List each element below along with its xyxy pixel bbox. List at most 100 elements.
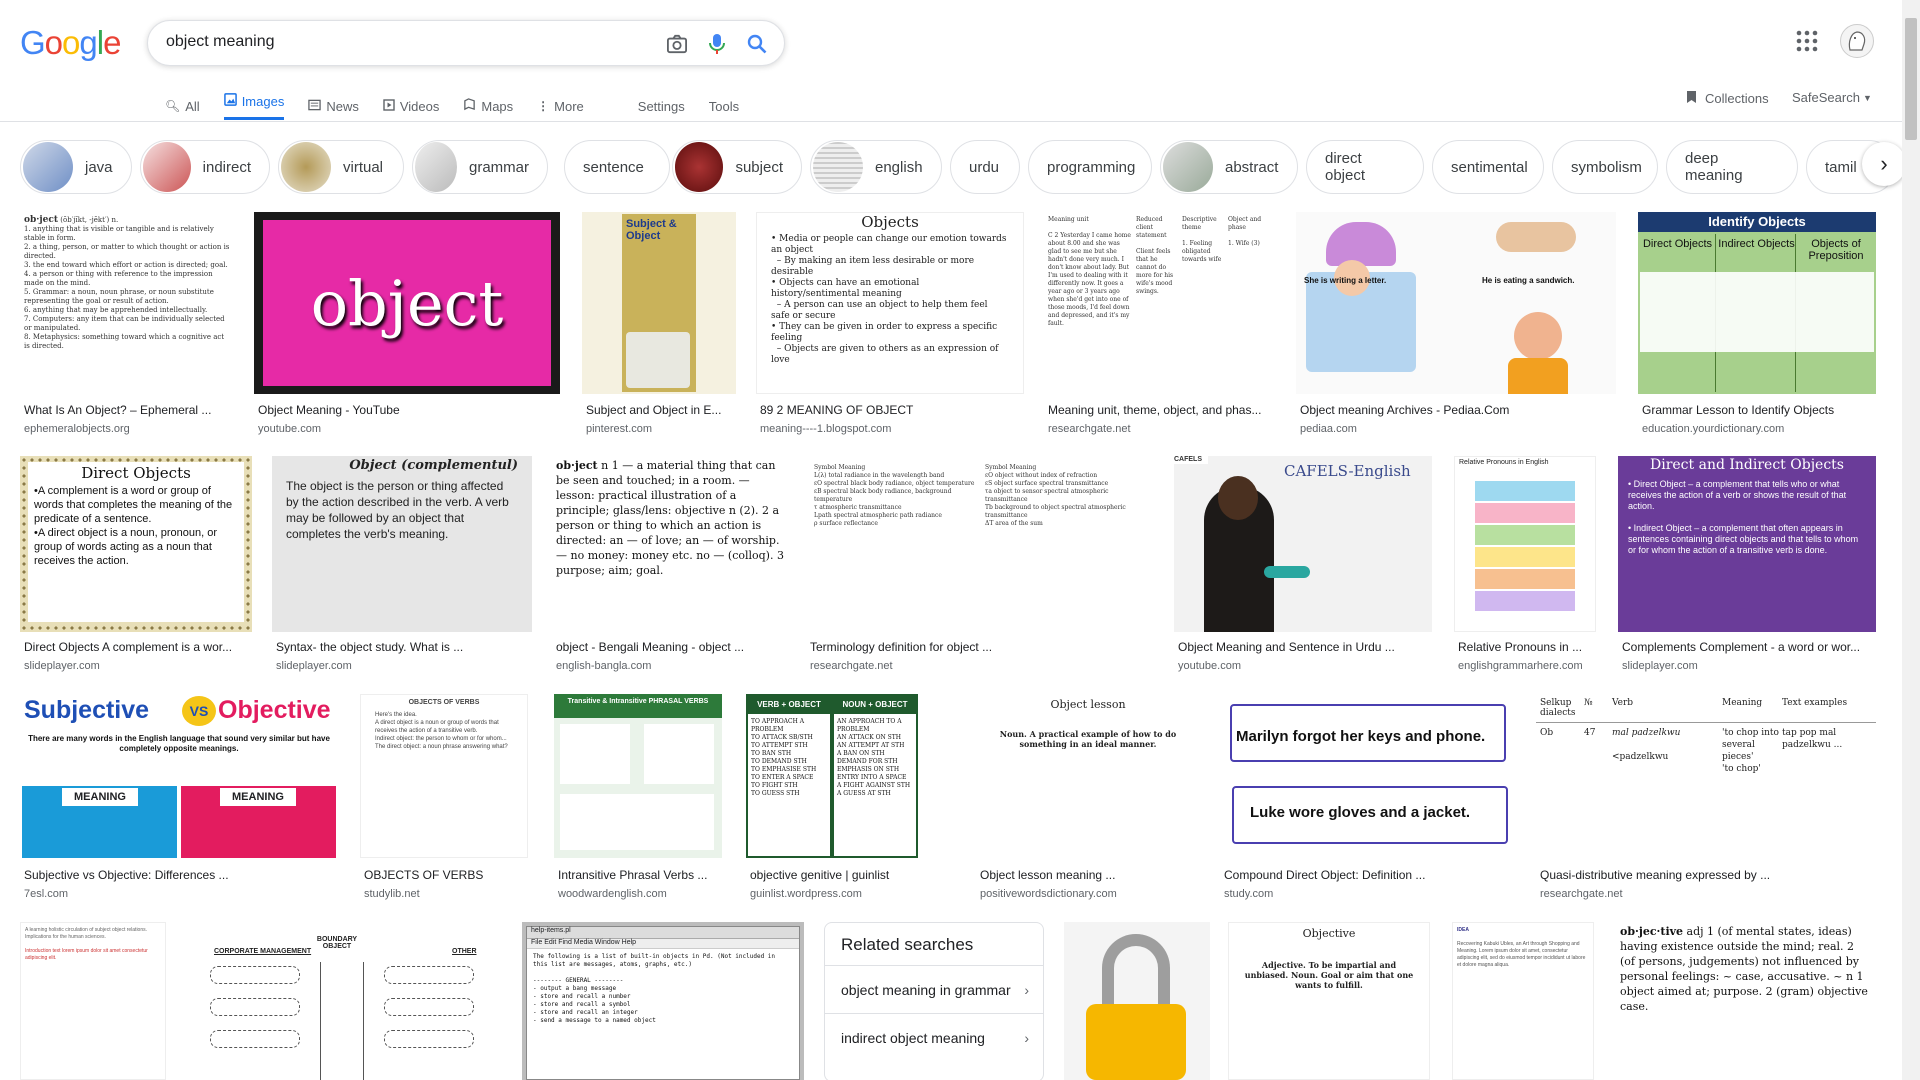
image-result[interactable]: object Object Meaning - YouTube youtube.… bbox=[254, 212, 560, 440]
image-result[interactable]: Direct Objects •A complement is a word o… bbox=[20, 456, 252, 678]
image-result[interactable]: Marilyn forgot her keys and phone. Luke … bbox=[1220, 694, 1516, 904]
more-vert-icon: ⋮ bbox=[537, 99, 550, 113]
chip-subject[interactable]: subject bbox=[672, 140, 802, 194]
settings-link[interactable]: Settings bbox=[638, 90, 685, 120]
chip-label: english bbox=[875, 158, 923, 176]
image-result[interactable]: ob·jec·tive adj 1 (of mental states, ide… bbox=[1616, 922, 1876, 1080]
chip-label: grammar bbox=[468, 158, 529, 176]
chip-grammar[interactable]: grammar bbox=[412, 140, 548, 194]
chip-label: indirect bbox=[202, 158, 251, 176]
result-thumbnail: CAFELS-English CAFELS bbox=[1174, 456, 1432, 632]
thumbnail-heading: Object (complementul) bbox=[349, 458, 518, 473]
search-input[interactable] bbox=[166, 33, 626, 51]
result-thumbnail: ob·jec·tive adj 1 (of mental states, ide… bbox=[1616, 922, 1876, 1080]
chip-abstract[interactable]: abstract bbox=[1160, 140, 1298, 194]
chip-thumbnail bbox=[143, 142, 191, 192]
table-header: № bbox=[1584, 698, 1593, 708]
image-result[interactable]: Object lesson Noun. A practical example … bbox=[976, 694, 1200, 904]
result-title: Object Meaning - YouTube bbox=[258, 403, 400, 417]
diagram-label: CORPORATE MANAGEMENT bbox=[214, 948, 312, 955]
tab-news[interactable]: News bbox=[308, 90, 359, 120]
chip-sentence[interactable]: sentence bbox=[564, 140, 670, 194]
related-searches-title: Related searches bbox=[841, 935, 974, 954]
tab-all[interactable]: 🔍︎ All bbox=[165, 90, 200, 120]
image-result[interactable]: CORPORATE MANAGEMENT BOUNDARY OBJECT OTH… bbox=[184, 922, 498, 1080]
result-title: objective genitive | guinlist bbox=[750, 868, 890, 882]
image-result[interactable]: Identify Objects Direct Objects Indirect… bbox=[1638, 212, 1876, 440]
chip-symbolism[interactable]: symbolism bbox=[1552, 140, 1658, 194]
thumbnail-word: object bbox=[310, 266, 504, 340]
image-result[interactable]: ob·ject (ŏb′jĭkt, -jĕkt′) n. 1. anything … bbox=[20, 212, 234, 440]
image-result[interactable]: Subject & Object Subject and Object in E… bbox=[582, 212, 736, 440]
image-result[interactable]: Symbol Meaning L(λ) total radiance in the… bbox=[806, 456, 1154, 678]
chip-thumbnail bbox=[23, 142, 73, 192]
image-result[interactable]: Objective Adjective. To be impartial and… bbox=[1228, 922, 1430, 1080]
table-header: Text examples bbox=[1782, 698, 1848, 708]
tab-videos[interactable]: Videos bbox=[383, 90, 439, 120]
result-source: englishgrammarhere.com bbox=[1458, 660, 1583, 672]
image-result[interactable]: Object (complementul) The object is the … bbox=[272, 456, 532, 678]
chip-thumbnail bbox=[281, 142, 331, 192]
chip-programming[interactable]: programming bbox=[1028, 140, 1152, 194]
chip-direct-object[interactable]: direct object bbox=[1306, 140, 1424, 194]
image-result[interactable]: A learning holistic circulation of subje… bbox=[20, 922, 166, 1080]
result-thumbnail: CORPORATE MANAGEMENT BOUNDARY OBJECT OTH… bbox=[184, 922, 498, 1080]
microphone-icon[interactable] bbox=[705, 32, 729, 56]
chip-english[interactable]: english bbox=[810, 140, 942, 194]
result-source: pediaa.com bbox=[1300, 423, 1357, 435]
chip-indirect[interactable]: indirect bbox=[140, 140, 270, 194]
related-search-item[interactable]: indirect object meaning › bbox=[825, 1013, 1043, 1061]
collections-label: Collections bbox=[1705, 91, 1769, 106]
image-result[interactable]: She is writing a letter. He is eating a … bbox=[1296, 212, 1616, 440]
collections-link[interactable]: Collections bbox=[1686, 90, 1769, 107]
scrollbar-thumb[interactable] bbox=[1905, 18, 1917, 140]
result-source: guinlist.wordpress.com bbox=[750, 888, 862, 900]
tab-images[interactable]: Images bbox=[223, 90, 285, 120]
result-source: study.com bbox=[1224, 888, 1274, 900]
image-result[interactable]: Relative Pronouns in English Relative Pr… bbox=[1454, 456, 1596, 678]
chip-urdu[interactable]: urdu bbox=[950, 140, 1020, 194]
apps-grid-icon[interactable] bbox=[1796, 30, 1820, 54]
image-icon bbox=[223, 93, 237, 109]
result-source: woodwardenglish.com bbox=[558, 888, 667, 900]
image-result[interactable]: help-items.pl File Edit Find Media Windo… bbox=[522, 922, 804, 1080]
image-result[interactable]: CAFELS-English CAFELS Object Meaning and… bbox=[1174, 456, 1432, 678]
image-result[interactable]: Meaning unit C 2 Yesterday I came home ab… bbox=[1044, 212, 1274, 440]
chip-java[interactable]: java bbox=[20, 140, 132, 194]
chip-sentimental[interactable]: sentimental bbox=[1432, 140, 1544, 194]
tab-more[interactable]: ⋮ More bbox=[537, 90, 584, 120]
image-result[interactable]: ob·ject n 1 — a material thing that can … bbox=[552, 456, 788, 678]
image-result[interactable]: Subjective VS Objective There are many w… bbox=[20, 694, 338, 904]
safesearch-menu[interactable]: SafeSearch ▼ bbox=[1792, 90, 1872, 105]
chip-deep-meaning[interactable]: deep meaning bbox=[1666, 140, 1798, 194]
search-tabs: 🔍︎ All Images News Videos Maps ⋮ More Sett… bbox=[165, 90, 763, 120]
image-result[interactable]: OBJECTS OF VERBS Here's the idea. A direc… bbox=[360, 694, 528, 904]
result-thumbnail: Symbol Meaning L(λ) total radiance in the… bbox=[806, 456, 1154, 632]
chevron-right-icon: › bbox=[1024, 981, 1029, 998]
page-scrollbar[interactable] bbox=[1902, 0, 1920, 1080]
avatar[interactable] bbox=[1840, 24, 1874, 58]
camera-icon[interactable] bbox=[665, 32, 689, 56]
image-result[interactable]: Direct and Indirect Objects • Direct Obj… bbox=[1618, 456, 1876, 678]
result-source: youtube.com bbox=[258, 423, 321, 435]
image-result[interactable]: TO APPROACH A PROBLEM TO ATTACK SB/STH TO … bbox=[746, 694, 918, 904]
map-pin-icon bbox=[463, 98, 476, 114]
image-result[interactable]: IDEA Recovering Kabuki Ubles, an Art thro… bbox=[1452, 922, 1594, 1080]
google-logo[interactable]: Google bbox=[20, 24, 121, 62]
chevron-right-icon[interactable]: › bbox=[1862, 142, 1906, 186]
tab-maps[interactable]: Maps bbox=[463, 90, 513, 120]
tools-link[interactable]: Tools bbox=[709, 90, 739, 120]
image-result[interactable]: Objects • Media or people can change our… bbox=[756, 212, 1024, 440]
chip-label: deep meaning bbox=[1685, 150, 1743, 184]
image-result[interactable] bbox=[1064, 922, 1210, 1080]
chip-virtual[interactable]: virtual bbox=[278, 140, 404, 194]
tab-label: Images bbox=[241, 93, 285, 109]
related-chips-bar: java indirect virtual grammar sentence s… bbox=[0, 140, 1920, 198]
image-result[interactable]: Selkup dialects № Verb Meaning Text exam… bbox=[1536, 694, 1876, 904]
result-title: Grammar Lesson to Identify Objects bbox=[1642, 403, 1835, 417]
chip-thumbnail bbox=[813, 142, 863, 192]
related-search-item[interactable]: object meaning in grammar › bbox=[825, 965, 1043, 1013]
image-result[interactable]: Transitive & Intransitive PHRASAL VERBS … bbox=[554, 694, 722, 904]
search-icon[interactable] bbox=[745, 32, 769, 56]
result-title: Object Meaning and Sentence in Urdu ... bbox=[1178, 640, 1395, 654]
